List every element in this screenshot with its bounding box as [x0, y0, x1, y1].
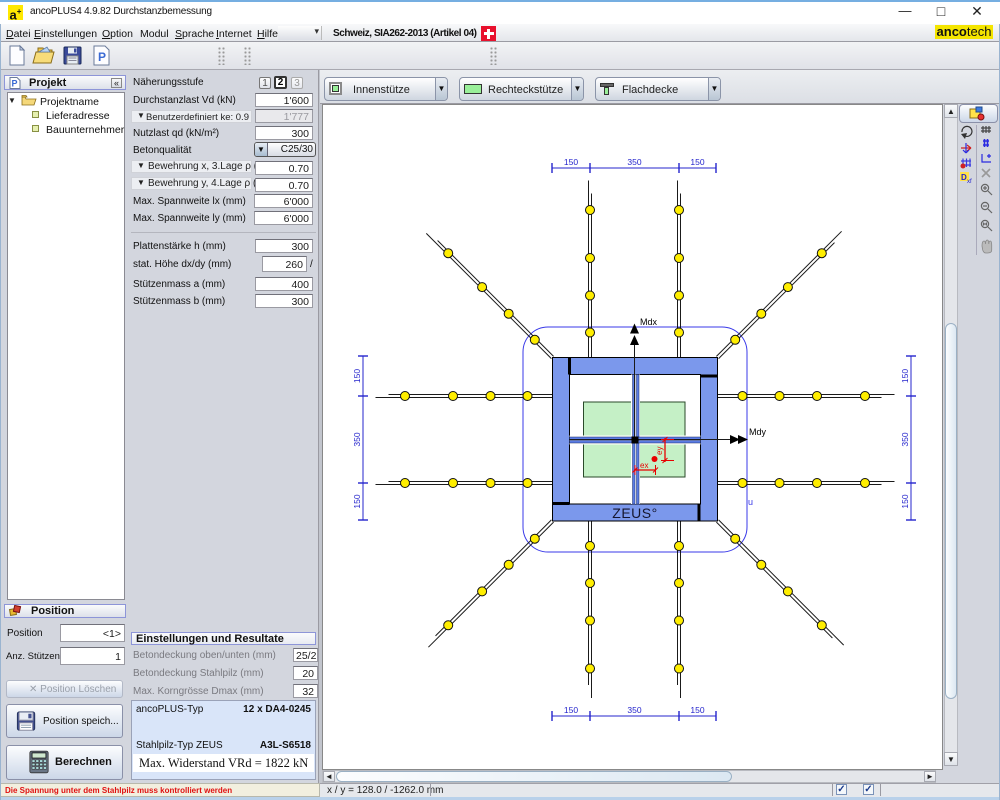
svg-text:Mdy: Mdy [749, 427, 767, 437]
svg-text:150: 150 [352, 369, 362, 383]
svg-text:150: 150 [900, 494, 910, 508]
svg-text:350: 350 [627, 157, 641, 167]
svg-text:150: 150 [564, 705, 578, 715]
svg-text:150: 150 [352, 494, 362, 508]
svg-text:350: 350 [900, 432, 910, 446]
svg-text:150: 150 [900, 369, 910, 383]
svg-text:150: 150 [690, 157, 704, 167]
svg-text:P: P [12, 79, 18, 89]
svg-text:Mdx: Mdx [640, 317, 658, 327]
svg-text:P: P [98, 50, 106, 64]
svg-text:xf: xf [967, 179, 972, 185]
svg-text:150: 150 [564, 157, 578, 167]
svg-text:150: 150 [690, 705, 704, 715]
svg-text:350: 350 [352, 432, 362, 446]
svg-text:ZEUS°: ZEUS° [612, 505, 657, 521]
svg-text:ex: ex [640, 461, 648, 470]
svg-text:ey: ey [655, 447, 664, 455]
svg-text:u: u [748, 497, 753, 507]
svg-text:350: 350 [627, 705, 641, 715]
